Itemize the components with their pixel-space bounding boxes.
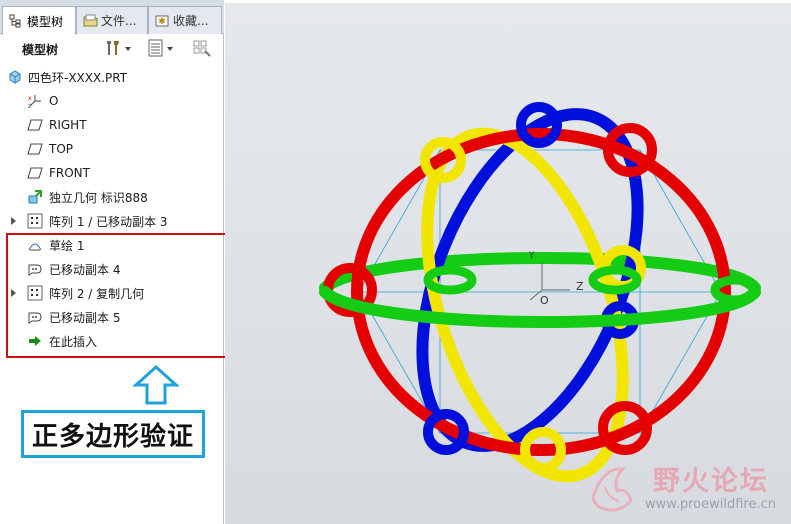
tree-item-label: O	[49, 94, 59, 108]
pattern-icon	[26, 212, 44, 230]
watermark: 野火论坛 www.proewildfire.cn	[583, 455, 791, 521]
tab-label: 模型树	[27, 14, 64, 29]
up-arrow-icon	[132, 364, 180, 409]
watermark-url: www.proewildfire.cn	[645, 497, 776, 512]
watermark-logo-icon	[591, 467, 633, 512]
watermark-title: 野火论坛	[653, 466, 769, 497]
tree-item-label: TOP	[49, 142, 74, 156]
tab-model-tree[interactable]: 模型树	[2, 6, 76, 35]
svg-text:z: z	[28, 103, 31, 109]
toolbar-title: 模型树	[22, 42, 59, 57]
part-icon	[6, 68, 24, 86]
tab-label: 文件...	[101, 14, 137, 28]
tree-item-independent-geometry[interactable]: 独立几何 标识888	[0, 186, 224, 208]
show-list-icon	[148, 39, 164, 60]
tree-filter-icon	[192, 39, 212, 60]
tree-item-pattern-1[interactable]: 阵列 1 / 已移动副本 3	[0, 210, 224, 232]
chevron-down-icon	[167, 47, 173, 51]
model-tree-icon	[9, 14, 23, 28]
independent-geometry-icon	[26, 188, 44, 206]
favorites-icon: ✱	[155, 14, 169, 28]
tree-item-label: 四色环-XXXX.PRT	[28, 70, 128, 85]
tree-root-part[interactable]: 四色环-XXXX.PRT	[0, 66, 224, 88]
datum-plane-icon	[26, 140, 44, 158]
tab-label: 收藏...	[173, 14, 209, 28]
tree-item-right[interactable]: RIGHT	[0, 114, 224, 136]
settings-button[interactable]	[104, 39, 131, 59]
tree-item-label: 独立几何 标识888	[49, 190, 148, 205]
tab-favorites[interactable]: ✱ 收藏...	[148, 6, 222, 34]
settings-tools-icon	[104, 39, 122, 60]
coordinate-system	[529, 262, 570, 301]
chevron-down-icon	[125, 47, 131, 51]
tree-item-label: FRONT	[49, 166, 90, 180]
datum-plane-icon	[26, 164, 44, 182]
csys-y-label: Y	[528, 251, 535, 261]
navigator-tab-strip: 模型树 文件... ✱ 收藏...	[0, 0, 224, 35]
datum-plane-icon	[26, 116, 44, 134]
folder-icon	[83, 14, 98, 28]
csys-origin-label: O	[540, 294, 549, 307]
model-3d-view: Y Z O	[319, 102, 761, 483]
tree-item-label: 阵列 1 / 已移动副本 3	[49, 214, 168, 229]
graphics-viewport[interactable]: Y Z O 野火论坛 www.proewildfire.cn	[225, 0, 791, 524]
svg-text:✱: ✱	[158, 17, 166, 27]
annotation-text: 正多边形验证	[31, 421, 194, 452]
tree-item-top[interactable]: TOP	[0, 138, 224, 160]
csys-icon: xz	[26, 92, 44, 110]
csys-z-label: Z	[576, 280, 584, 293]
highlight-rectangle	[6, 233, 250, 358]
annotation-box: 正多边形验证	[21, 410, 205, 458]
tree-item-label: RIGHT	[49, 118, 87, 132]
expand-arrow-icon[interactable]	[11, 217, 16, 225]
filter-button[interactable]	[192, 39, 212, 59]
svg-text:x: x	[28, 95, 32, 102]
green-ring-back	[319, 252, 761, 294]
tree-item-csys[interactable]: xz O	[0, 90, 224, 112]
model-tree-toolbar: 模型树	[0, 35, 224, 63]
tree-item-front[interactable]: FRONT	[0, 162, 224, 184]
tab-file-browser[interactable]: 文件...	[76, 6, 148, 34]
show-button[interactable]	[148, 39, 173, 59]
